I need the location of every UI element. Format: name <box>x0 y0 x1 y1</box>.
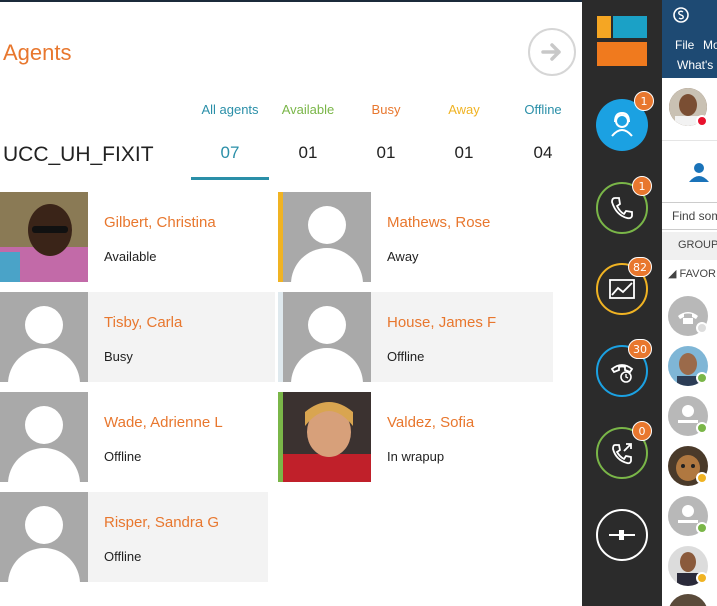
tab-available[interactable]: Available 01 <box>268 102 348 163</box>
agents-headset-icon <box>611 111 633 137</box>
tab-busy[interactable]: Busy 01 <box>346 102 426 163</box>
search-box[interactable]: Find som <box>662 202 717 230</box>
groups-tab[interactable]: GROUP <box>662 232 717 260</box>
agent-status: Offline <box>104 549 142 564</box>
agent-name: House, James F <box>387 314 497 331</box>
agent-status: Available <box>104 249 157 264</box>
person-icon <box>689 163 709 182</box>
agent-name: Mathews, Rose <box>387 214 491 231</box>
queue-name: UCC_UH_FIXIT <box>3 143 154 166</box>
avatar-placeholder <box>0 292 88 382</box>
agent-card[interactable]: Tisby, Carla Busy <box>0 292 275 382</box>
settings-slider-button[interactable] <box>596 509 648 561</box>
badge: 1 <box>632 176 652 196</box>
agent-status: Away <box>387 249 419 264</box>
app-window: Agents UCC_UH_FIXIT All agents 07 Availa… <box>0 0 717 606</box>
tab-all-agents[interactable]: All agents 07 <box>190 102 270 163</box>
tab-label: Offline <box>524 102 562 117</box>
skype-header: File Mo What's <box>662 0 717 78</box>
agent-photo <box>0 192 88 282</box>
agent-card[interactable]: Wade, Adrienne L Offline <box>0 392 275 482</box>
tab-label: All agents <box>201 102 259 117</box>
calls-button[interactable]: 1 <box>596 176 652 234</box>
page-title: Agents <box>3 40 72 65</box>
phone-icon <box>611 197 633 220</box>
agent-status: Busy <box>104 349 133 364</box>
agent-card[interactable]: House, James F Offline <box>278 292 553 382</box>
whats-new-link[interactable]: What's <box>677 58 713 72</box>
agent-card[interactable]: Mathews, Rose Away <box>278 192 553 282</box>
chart-icon <box>609 279 635 299</box>
tab-label: Available <box>281 102 335 117</box>
status-unknown-dot <box>696 322 708 334</box>
transfer-button[interactable]: 0 <box>596 421 652 479</box>
skype-panel: File Mo What's Find som GROUP ◢ FAVOR <box>662 0 717 606</box>
badge: 30 <box>628 339 652 359</box>
arrow-right-icon <box>541 43 561 61</box>
agent-name: Valdez, Sofia <box>387 414 475 431</box>
agent-card[interactable]: Valdez, Sofia In wrapup <box>278 392 553 482</box>
search-placeholder: Find som <box>672 209 717 223</box>
agent-status: In wrapup <box>387 449 445 464</box>
active-tab-indicator <box>191 177 269 180</box>
contact-avatar[interactable] <box>668 594 708 606</box>
phone-transfer-icon <box>612 443 632 465</box>
tab-count: 01 <box>298 143 318 162</box>
skype-logo-icon <box>673 7 689 23</box>
agent-status: Offline <box>104 449 142 464</box>
badge: 0 <box>632 421 652 441</box>
app-logo-icon <box>597 16 647 66</box>
stats-button[interactable]: 82 <box>596 257 652 315</box>
caret-down-icon: ◢ <box>668 268 677 280</box>
avatar-placeholder <box>283 192 371 282</box>
status-available-dot <box>696 372 708 384</box>
agent-status: Offline <box>387 349 425 364</box>
menu-more[interactable]: Mo <box>703 38 717 52</box>
tab-label: Busy <box>371 102 401 117</box>
tab-away[interactable]: Away 01 <box>424 102 504 163</box>
tab-count: 04 <box>533 143 553 162</box>
slider-icon <box>609 530 635 540</box>
menu-file[interactable]: File <box>675 38 694 52</box>
groups-label: GROUP <box>678 239 717 251</box>
agent-name: Risper, Sandra G <box>104 514 220 531</box>
tab-count: 01 <box>454 143 474 162</box>
status-available-dot <box>696 522 708 534</box>
avatar-placeholder <box>0 492 88 582</box>
agent-name: Gilbert, Christina <box>104 214 216 231</box>
status-available-dot <box>696 422 708 434</box>
favorites-label: FAVOR <box>679 268 717 280</box>
tab-count: 07 <box>220 143 240 162</box>
tab-offline[interactable]: Offline 04 <box>503 102 583 163</box>
avatar-placeholder <box>283 292 371 382</box>
agent-card[interactable]: Risper, Sandra G Offline <box>0 492 268 582</box>
badge: 1 <box>634 91 654 111</box>
next-button[interactable] <box>528 28 576 76</box>
agents-button[interactable]: 1 <box>596 91 654 151</box>
avatar-placeholder <box>0 392 88 482</box>
call-history-button[interactable]: 30 <box>596 339 652 397</box>
agent-name: Wade, Adrienne L <box>104 414 223 431</box>
agent-card[interactable]: Gilbert, Christina Available <box>0 192 275 282</box>
tab-label: Away <box>448 102 480 117</box>
contacts-tab[interactable] <box>662 140 717 200</box>
tab-count: 01 <box>376 143 396 162</box>
badge: 82 <box>628 257 652 277</box>
favorites-header[interactable]: ◢ FAVOR <box>668 267 716 280</box>
agents-panel: Agents UCC_UH_FIXIT All agents 07 Availa… <box>0 0 582 606</box>
status-away-dot <box>696 572 708 584</box>
phone-clock-icon <box>610 364 634 383</box>
status-away-dot <box>696 472 708 484</box>
agent-name: Tisby, Carla <box>104 314 183 331</box>
toolbar-rail: 1 1 82 30 0 <box>582 0 662 606</box>
status-busy-dot <box>696 115 708 127</box>
agent-photo <box>283 392 371 482</box>
